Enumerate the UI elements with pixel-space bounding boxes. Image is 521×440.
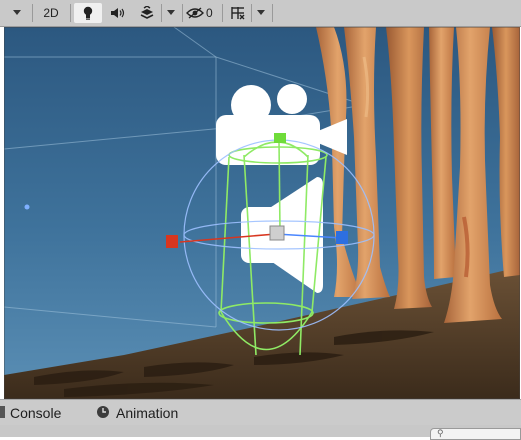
lightbulb-icon bbox=[83, 6, 93, 20]
effects-icon bbox=[140, 6, 154, 19]
bottom-panel-tabbar: Console Animation bbox=[0, 399, 521, 425]
search-icon: ⚲ bbox=[437, 428, 444, 438]
gizmos-icon bbox=[231, 7, 245, 20]
toolbar-separator bbox=[272, 4, 273, 22]
scene-canvas[interactable] bbox=[4, 27, 520, 399]
toolbar-separator bbox=[182, 4, 183, 22]
console-icon bbox=[0, 405, 6, 422]
z-axis-handle[interactable] bbox=[336, 231, 348, 244]
visibility-icon bbox=[186, 7, 204, 19]
scene-point-marker bbox=[24, 204, 30, 210]
search-field[interactable]: ⚲ bbox=[430, 428, 521, 440]
tab-animation-label: Animation bbox=[116, 405, 179, 421]
toolbar-separator bbox=[161, 4, 162, 22]
dropdown-arrow-icon bbox=[13, 10, 21, 15]
toolbar-separator bbox=[70, 4, 71, 22]
scene-editor-window: 2D 0 Console Animation ⚲ bbox=[0, 0, 521, 440]
scene-visibility-toggle[interactable]: 0 bbox=[186, 3, 222, 23]
scene-toolbar: 2D 0 bbox=[0, 0, 521, 27]
toolbar-separator bbox=[222, 4, 223, 22]
toolbar-separator bbox=[251, 4, 252, 22]
dropdown-arrow-icon bbox=[167, 10, 175, 15]
mode-2d-label: 2D bbox=[43, 6, 59, 20]
animation-clock-icon bbox=[96, 405, 110, 422]
scene-viewport[interactable] bbox=[4, 27, 520, 399]
hidden-objects-count: 0 bbox=[206, 6, 213, 20]
gizmos-dropdown[interactable] bbox=[254, 3, 268, 23]
x-axis-handle[interactable] bbox=[166, 235, 178, 248]
dropdown-arrow-icon bbox=[257, 10, 265, 15]
center-handle[interactable] bbox=[269, 225, 285, 241]
tab-console[interactable]: Console bbox=[0, 404, 61, 422]
effects-dropdown[interactable] bbox=[164, 3, 178, 23]
audio-toggle[interactable] bbox=[104, 3, 132, 23]
tab-console-label: Console bbox=[10, 405, 62, 421]
toolbar-separator bbox=[32, 4, 33, 22]
gizmos-toggle[interactable] bbox=[226, 3, 250, 23]
effects-toggle[interactable] bbox=[134, 3, 160, 23]
shading-mode-dropdown[interactable] bbox=[10, 3, 24, 23]
lighting-toggle[interactable] bbox=[74, 3, 102, 23]
audio-icon bbox=[111, 8, 125, 18]
y-axis-handle[interactable] bbox=[274, 133, 286, 143]
mode-2d-toggle[interactable]: 2D bbox=[36, 3, 66, 23]
tab-animation[interactable]: Animation bbox=[96, 404, 178, 422]
